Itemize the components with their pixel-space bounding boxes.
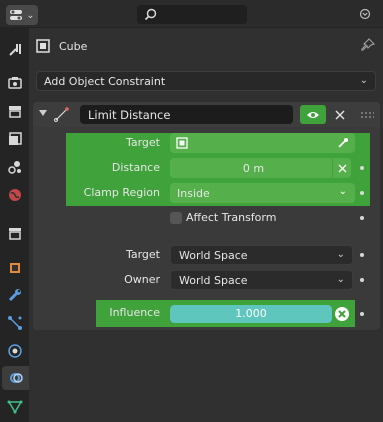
properties-editor-icon <box>10 10 23 20</box>
header-menu-button[interactable] <box>355 4 375 24</box>
animate-property-dot[interactable] <box>360 191 364 195</box>
tab-modifiers[interactable] <box>3 283 27 307</box>
constraint-icon <box>9 373 23 383</box>
animate-property-dot[interactable] <box>360 253 364 257</box>
close-circle-icon <box>335 307 349 321</box>
object-data-mesh-icon <box>7 400 23 414</box>
disclosure-triangle-icon <box>39 110 47 116</box>
tab-object-data[interactable] <box>3 395 27 419</box>
close-icon <box>338 164 346 172</box>
distance-label: Distance <box>111 161 160 174</box>
toggle-enabled-button[interactable] <box>300 105 326 124</box>
editor-type-button[interactable]: ⌄ <box>6 5 38 25</box>
eyedropper-icon[interactable] <box>337 137 349 149</box>
animate-property-dot[interactable] <box>360 312 364 316</box>
tab-output[interactable] <box>3 99 27 123</box>
affect-transform-checkbox[interactable] <box>170 212 182 224</box>
tab-tool[interactable] <box>3 38 27 62</box>
owner-space-label: Owner <box>124 273 160 286</box>
tab-particles[interactable] <box>3 311 27 335</box>
influence-label: Influence <box>109 306 160 319</box>
scene-icon <box>8 161 21 174</box>
animate-property-dot[interactable] <box>360 166 364 170</box>
target-space-label: Target <box>125 248 160 261</box>
eye-icon <box>307 111 319 118</box>
tab-render[interactable] <box>3 71 27 95</box>
search-icon <box>144 8 157 21</box>
clamp-region-value: Inside <box>177 186 210 200</box>
distance-value: 0 m <box>242 161 265 175</box>
object-name: Cube <box>59 39 88 53</box>
tab-object[interactable] <box>3 256 27 280</box>
limit-distance-icon <box>54 107 69 122</box>
influence-value: 1.000 <box>235 307 267 320</box>
constraint-name: Limit Distance <box>88 107 171 122</box>
tab-physics[interactable] <box>3 339 27 363</box>
constraint-name-field[interactable]: Limit Distance <box>80 105 293 124</box>
tool-icon <box>9 44 21 56</box>
world-icon <box>9 189 21 201</box>
distance-field[interactable]: 0 m <box>170 158 351 178</box>
clamp-region-dropdown[interactable]: Inside ⌄ <box>170 183 355 203</box>
object-icon <box>10 263 20 273</box>
owner-space-value: World Space <box>179 273 248 287</box>
influence-slider[interactable]: 1.000 <box>170 305 332 323</box>
close-icon <box>335 109 345 120</box>
tab-scene[interactable] <box>3 155 27 179</box>
limit-distance-type-icon <box>54 106 70 122</box>
animate-property-dot[interactable] <box>360 278 364 282</box>
chevron-down-icon: ⌄ <box>338 186 347 197</box>
dots-menu-icon <box>359 8 371 20</box>
object-icon <box>36 39 50 53</box>
search-input[interactable] <box>137 5 247 24</box>
chevron-down-icon: ⌄ <box>336 249 345 260</box>
output-icon <box>9 106 21 118</box>
collection-icon <box>9 228 21 240</box>
particles-icon <box>8 316 22 330</box>
disable-keep-influence-button[interactable] <box>334 306 350 322</box>
chevron-down-icon: ⌄ <box>26 9 35 21</box>
physics-icon <box>8 344 22 358</box>
view-layer-icon <box>9 132 22 145</box>
drag-handle[interactable] <box>360 110 375 120</box>
clamp-region-label: Clamp Region <box>83 186 160 199</box>
object-context: Cube <box>36 36 87 56</box>
affect-transform-label: Affect Transform <box>186 211 277 224</box>
render-icon <box>8 77 22 89</box>
owner-space-dropdown[interactable]: World Space ⌄ <box>170 270 353 290</box>
tab-constraints[interactable] <box>2 366 29 390</box>
tab-view-layer[interactable] <box>3 127 27 151</box>
modifier-wrench-icon <box>8 289 21 302</box>
object-icon <box>176 137 188 149</box>
chevron-down-icon: ⌄ <box>359 75 368 86</box>
reset-distance-button[interactable] <box>332 158 351 178</box>
collapse-button[interactable] <box>38 108 48 118</box>
pin-icon <box>361 38 376 51</box>
target-space-dropdown[interactable]: World Space ⌄ <box>170 245 353 265</box>
target-object-field[interactable] <box>170 133 355 153</box>
tab-world[interactable] <box>3 183 27 207</box>
target-label: Target <box>125 136 160 149</box>
add-object-constraint-dropdown[interactable]: Add Object Constraint ⌄ <box>36 71 376 91</box>
drag-grip-icon <box>361 112 375 118</box>
add-object-constraint-label: Add Object Constraint <box>44 74 166 88</box>
chevron-down-icon: ⌄ <box>336 274 345 285</box>
target-space-value: World Space <box>179 248 248 262</box>
tab-collection[interactable] <box>3 221 27 245</box>
remove-constraint-button[interactable] <box>331 105 349 124</box>
animate-property-dot[interactable] <box>360 216 364 220</box>
pin-button[interactable] <box>360 37 376 53</box>
